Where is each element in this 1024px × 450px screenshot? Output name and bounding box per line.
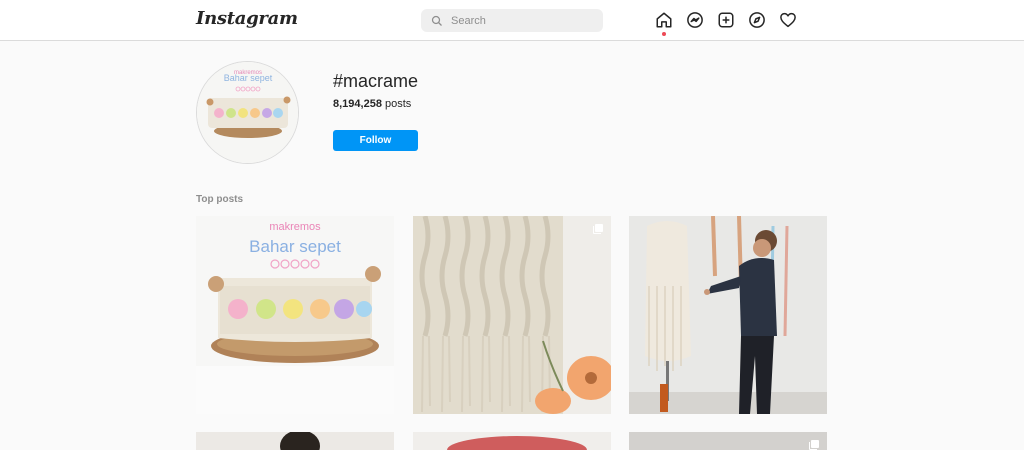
follow-button[interactable]: Follow <box>333 130 418 151</box>
post-tile[interactable] <box>629 216 827 414</box>
hashtag-avatar: makremos Bahar sepet <box>196 61 299 164</box>
post-image <box>413 432 611 450</box>
explore-icon[interactable] <box>748 11 766 29</box>
notification-dot <box>662 32 666 36</box>
post-caption-top: makremos <box>269 221 321 233</box>
post-tile[interactable]: makremos Bahar sepet <box>196 216 394 414</box>
post-image <box>413 216 611 414</box>
post-caption: Bahar sepet <box>249 237 341 256</box>
post-tile[interactable] <box>629 432 827 450</box>
nav-icons <box>655 11 810 36</box>
post-image <box>629 432 827 450</box>
post-tile[interactable] <box>196 432 394 450</box>
post-tile[interactable] <box>413 216 611 414</box>
search-box[interactable] <box>421 9 603 32</box>
post-count: 8,194,258 posts <box>333 98 411 110</box>
post-image <box>196 432 394 450</box>
multiple-images-icon <box>809 440 819 450</box>
search-icon <box>431 15 442 26</box>
post-image <box>629 216 827 414</box>
activity-icon[interactable] <box>779 11 797 29</box>
top-posts-heading: Top posts <box>196 194 244 205</box>
new-post-icon[interactable] <box>717 11 735 29</box>
avatar-caption: Bahar sepet <box>224 73 273 83</box>
home-icon[interactable] <box>655 11 673 36</box>
post-tile[interactable] <box>413 432 611 450</box>
top-navigation-bar: Instagram <box>0 0 1024 41</box>
multiple-images-icon <box>593 224 603 234</box>
hashtag-title: #macrame <box>333 71 419 91</box>
instagram-logo[interactable]: Instagram <box>196 8 298 29</box>
messenger-icon[interactable] <box>686 11 704 29</box>
post-count-label: posts <box>385 98 412 110</box>
search-input[interactable] <box>451 14 591 27</box>
post-image: makremos Bahar sepet <box>196 216 394 414</box>
post-count-number: 8,194,258 <box>333 98 382 110</box>
